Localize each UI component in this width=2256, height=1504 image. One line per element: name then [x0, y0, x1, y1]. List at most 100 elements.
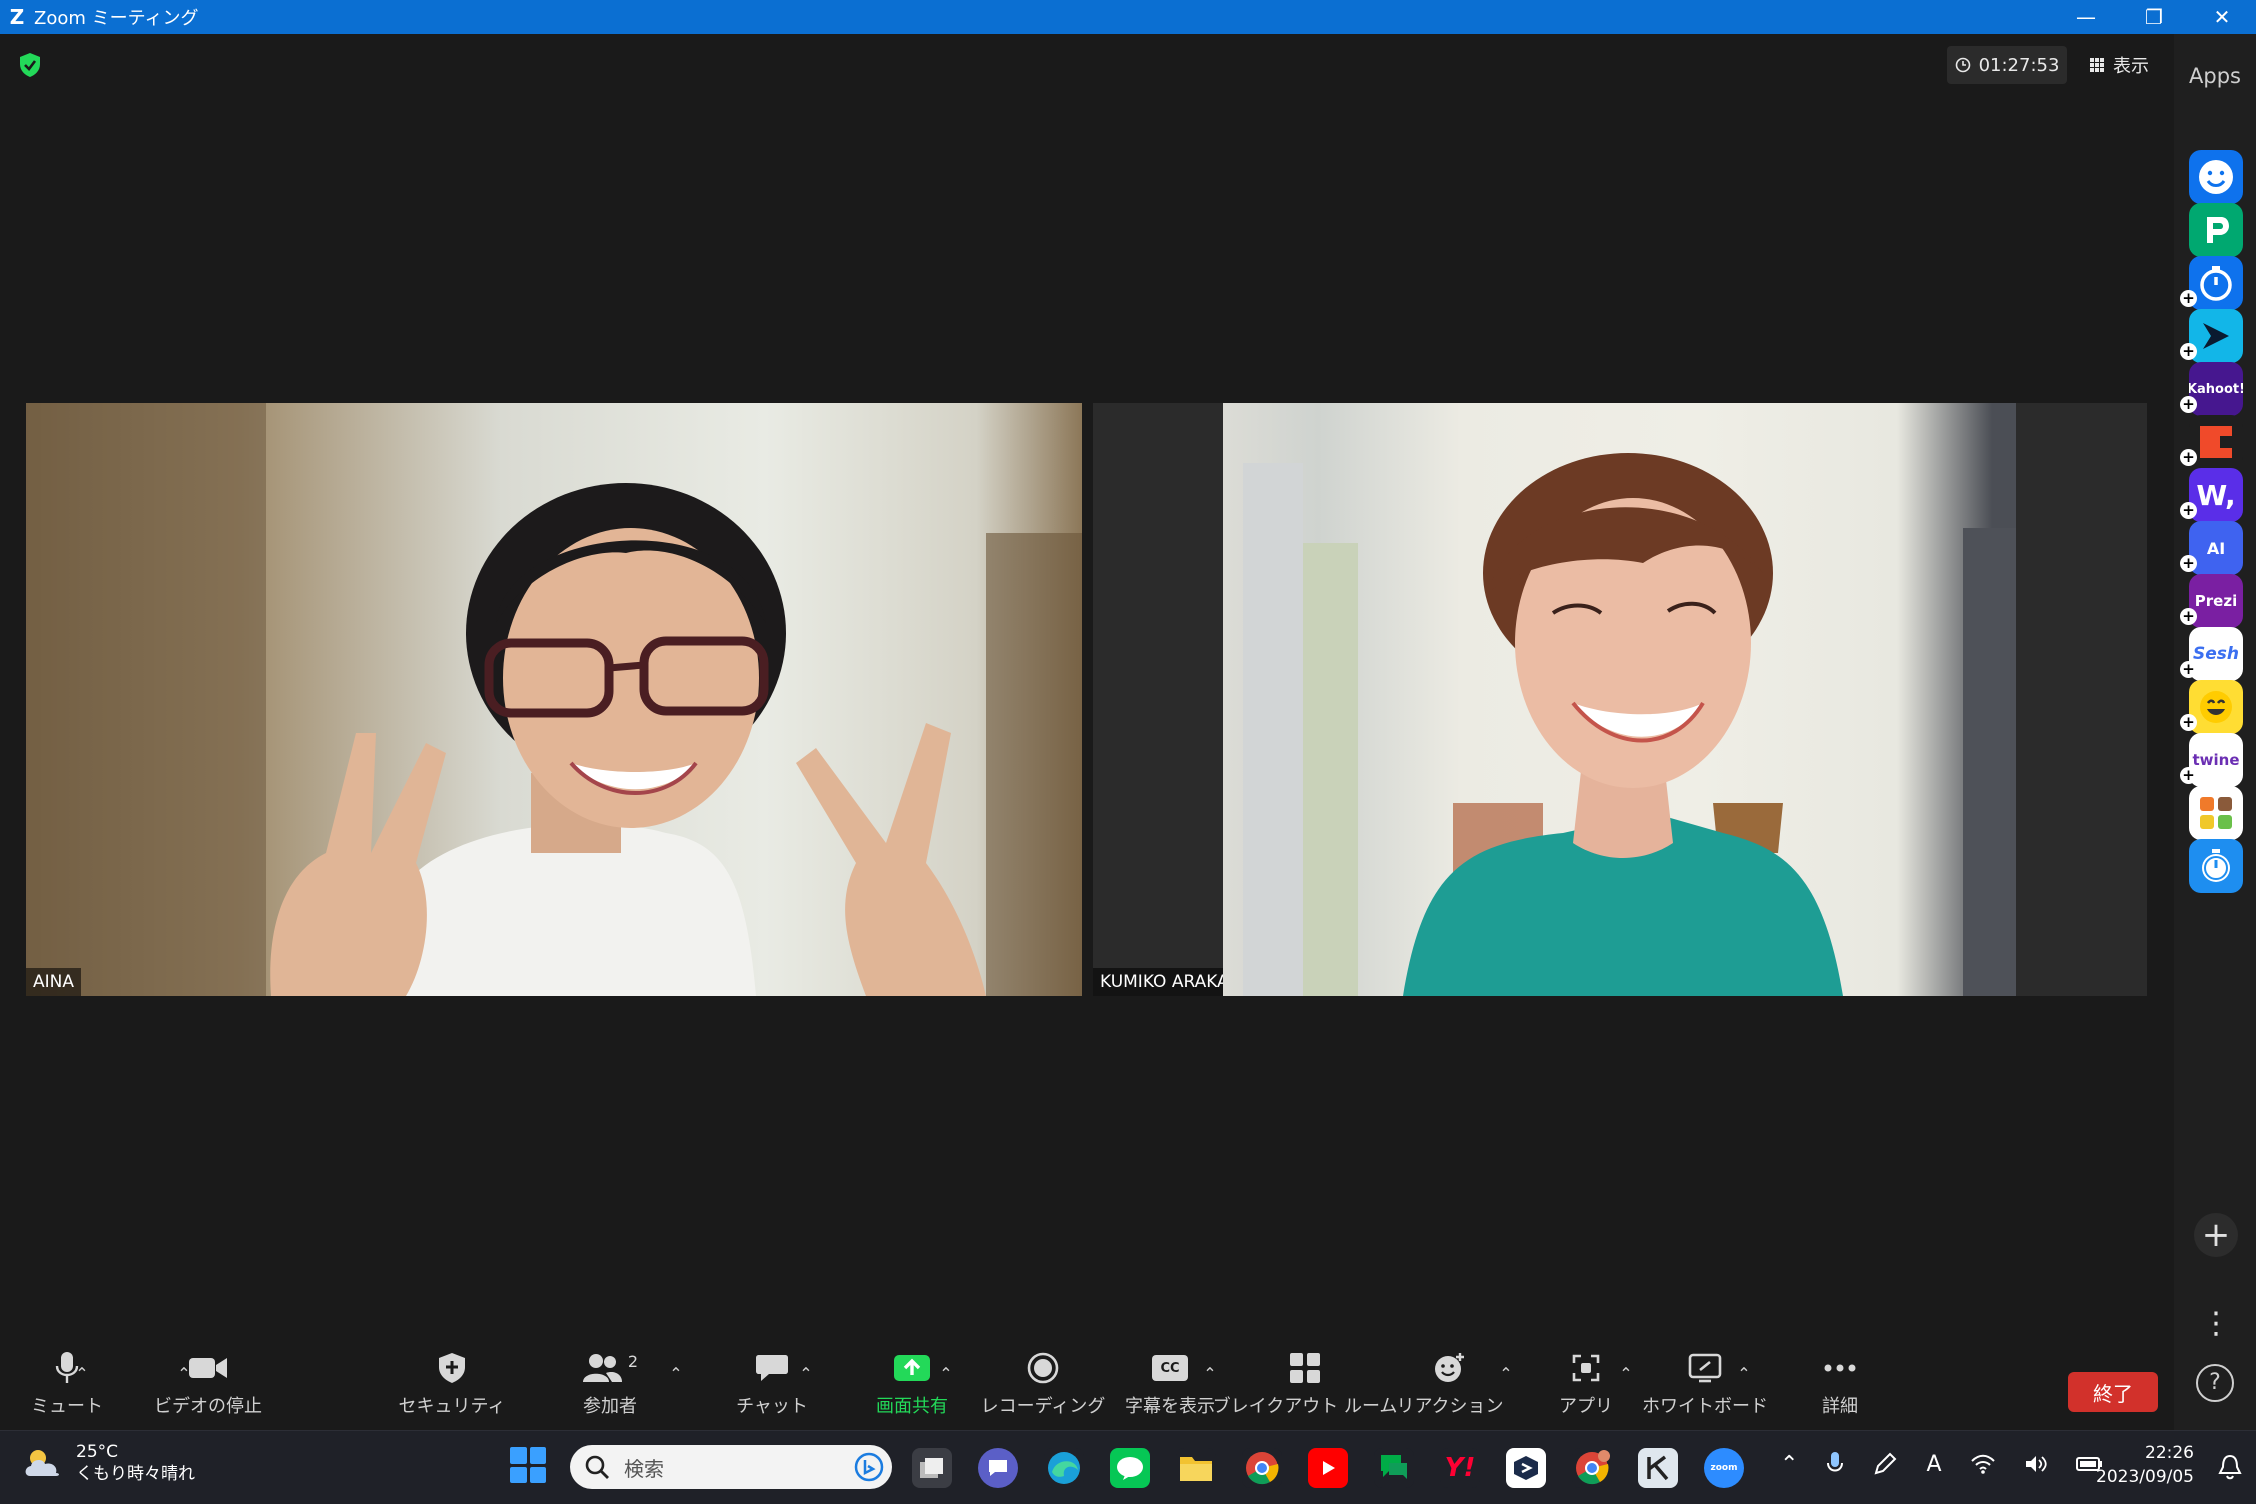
add-app-icon[interactable]: + [2180, 714, 2197, 731]
line-app-icon[interactable] [1110, 1448, 1150, 1488]
weather-widget[interactable]: 25°C くもり時々晴れ [22, 1441, 195, 1485]
record-button[interactable]: レコーディング [968, 1336, 1118, 1430]
wifi-icon[interactable] [1970, 1454, 1996, 1474]
taskbar-clock[interactable]: 22:26 2023/09/05 [2094, 1441, 2194, 1489]
meeting-timer[interactable]: 01:27:53 [1947, 46, 2067, 84]
teams-chat-icon[interactable] [978, 1448, 1018, 1488]
volume-icon[interactable] [2024, 1454, 2048, 1474]
more-options-icon[interactable]: ⋮ [2194, 1304, 2238, 1344]
notification-bell-icon[interactable] [2216, 1453, 2244, 1481]
participant-video [26, 403, 1082, 996]
microphone-tray-icon[interactable] [1826, 1451, 1844, 1477]
security-button[interactable]: セキュリティ [392, 1336, 512, 1430]
mute-options-caret[interactable]: ⌃ [72, 1364, 92, 1383]
closed-captions-icon: CC [1152, 1355, 1188, 1381]
file-explorer-icon[interactable] [1176, 1448, 1216, 1488]
kahoot-app-icon[interactable]: Kahoot! [2189, 362, 2243, 416]
timer-text: 01:27:53 [1978, 54, 2060, 76]
add-apps-button[interactable]: + [2194, 1213, 2238, 1257]
video-options-caret[interactable]: ⌃ [174, 1364, 194, 1383]
chevron-up-icon[interactable]: ⌃ [1780, 1452, 1798, 1477]
blocks-app-icon[interactable] [2189, 786, 2243, 840]
google-chat-icon[interactable] [1374, 1448, 1414, 1488]
search-placeholder: 検索 [624, 1456, 664, 1481]
cloudy-weather-icon [25, 1450, 59, 1476]
apps-panel: Apps + Kahoot! + + W, + AI + Prezi + Ses… [2174, 34, 2256, 1430]
app-k-icon[interactable] [1638, 1448, 1678, 1488]
minimize-button[interactable]: — [2052, 0, 2120, 34]
add-app-icon[interactable]: + [2180, 343, 2197, 360]
c-app-icon[interactable] [2189, 415, 2243, 469]
security-label: セキュリティ [398, 1396, 506, 1417]
pen-tray-icon[interactable] [1872, 1451, 1898, 1477]
windows-start-icon[interactable] [510, 1447, 546, 1483]
twine-app-icon[interactable]: twine [2189, 733, 2243, 787]
mute-button[interactable]: ミュート [22, 1336, 112, 1430]
chat-options-caret[interactable]: ⌃ [796, 1364, 816, 1383]
apps-options-caret[interactable]: ⌃ [1616, 1364, 1636, 1383]
arrow-app-icon[interactable] [2189, 309, 2243, 363]
zoom-logo-icon: Z [9, 5, 25, 29]
edge-browser-icon[interactable] [1044, 1448, 1084, 1488]
add-app-icon[interactable]: + [2180, 555, 2197, 572]
participants-button[interactable]: 2 参加者 [560, 1336, 660, 1430]
add-app-icon[interactable]: + [2180, 767, 2197, 784]
breakout-rooms-button[interactable]: ブレイクアウト ルーム [1213, 1336, 1397, 1430]
apps-label: アプリ [1559, 1396, 1613, 1417]
share-screen-label: 画面共有 [876, 1396, 948, 1417]
chat-button[interactable]: チャット [712, 1336, 832, 1430]
help-icon[interactable]: ? [2196, 1364, 2234, 1402]
participants-options-caret[interactable]: ⌃ [666, 1364, 686, 1383]
whiteboard-options-caret[interactable]: ⌃ [1734, 1364, 1754, 1383]
shield-icon[interactable] [18, 52, 42, 78]
emoji-app-icon[interactable] [2189, 680, 2243, 734]
yahoo-icon[interactable]: Y! [1440, 1448, 1480, 1488]
restore-button[interactable]: ❐ [2120, 0, 2188, 34]
participants-icon [582, 1354, 622, 1382]
add-app-icon[interactable]: + [2180, 661, 2197, 678]
p-app-icon[interactable] [2189, 203, 2243, 257]
add-app-icon[interactable]: + [2180, 449, 2197, 466]
smile-app-icon[interactable] [2189, 150, 2243, 204]
captions-options-caret[interactable]: ⌃ [1200, 1364, 1220, 1383]
app-cube-icon[interactable] [1506, 1448, 1546, 1488]
more-label: 詳細 [1822, 1396, 1858, 1417]
more-button[interactable]: 詳細 [1800, 1336, 1880, 1430]
share-options-caret[interactable]: ⌃ [936, 1364, 956, 1383]
add-app-icon[interactable]: + [2180, 608, 2197, 625]
zoom-taskbar-icon[interactable]: zoom [1704, 1448, 1744, 1488]
security-shield-icon [439, 1353, 465, 1383]
taskbar-search-box[interactable]: 検索 [570, 1445, 892, 1489]
input-method-icon[interactable]: A [1926, 1452, 1941, 1477]
prezi-app-icon[interactable]: Prezi [2189, 574, 2243, 628]
weather-text: くもり時々晴れ [76, 1464, 195, 1484]
more-dots-icon [1824, 1364, 1856, 1372]
share-screen-icon [894, 1355, 930, 1381]
chat-label: チャット [736, 1396, 808, 1417]
youtube-icon[interactable] [1308, 1448, 1348, 1488]
view-button[interactable]: 表示 [2078, 46, 2160, 84]
end-meeting-button[interactable]: 終了 [2068, 1372, 2158, 1412]
view-label: 表示 [2113, 56, 2149, 77]
add-app-icon[interactable]: + [2180, 396, 2197, 413]
chrome-browser-icon[interactable] [1242, 1448, 1282, 1488]
video-tile-aina[interactable]: AINA [26, 403, 1082, 996]
timer-app-icon[interactable] [2189, 256, 2243, 310]
chrome-profile-icon[interactable] [1572, 1448, 1612, 1488]
task-view-icon[interactable] [912, 1448, 952, 1488]
w-app-icon[interactable]: W, [2189, 468, 2243, 522]
add-app-icon[interactable]: + [2180, 290, 2197, 307]
participant-video-frame [1243, 453, 2016, 996]
apps-button[interactable]: アプリ [1536, 1336, 1636, 1430]
reactions-options-caret[interactable]: ⌃ [1496, 1364, 1516, 1383]
close-button[interactable]: ✕ [2188, 0, 2256, 34]
whiteboard-label: ホワイトボード [1642, 1396, 1768, 1417]
stopwatch-app-icon[interactable] [2189, 839, 2243, 893]
ai-app-icon[interactable]: AI [2189, 521, 2243, 575]
add-app-icon[interactable]: + [2180, 502, 2197, 519]
stop-video-button[interactable]: ビデオの停止 [148, 1336, 268, 1430]
sesh-app-icon[interactable]: Sesh [2189, 627, 2243, 681]
share-screen-button[interactable]: 画面共有 [852, 1336, 972, 1430]
reactions-button[interactable]: リアクション [1396, 1336, 1504, 1430]
whiteboard-button[interactable]: ホワイトボード [1640, 1336, 1770, 1430]
